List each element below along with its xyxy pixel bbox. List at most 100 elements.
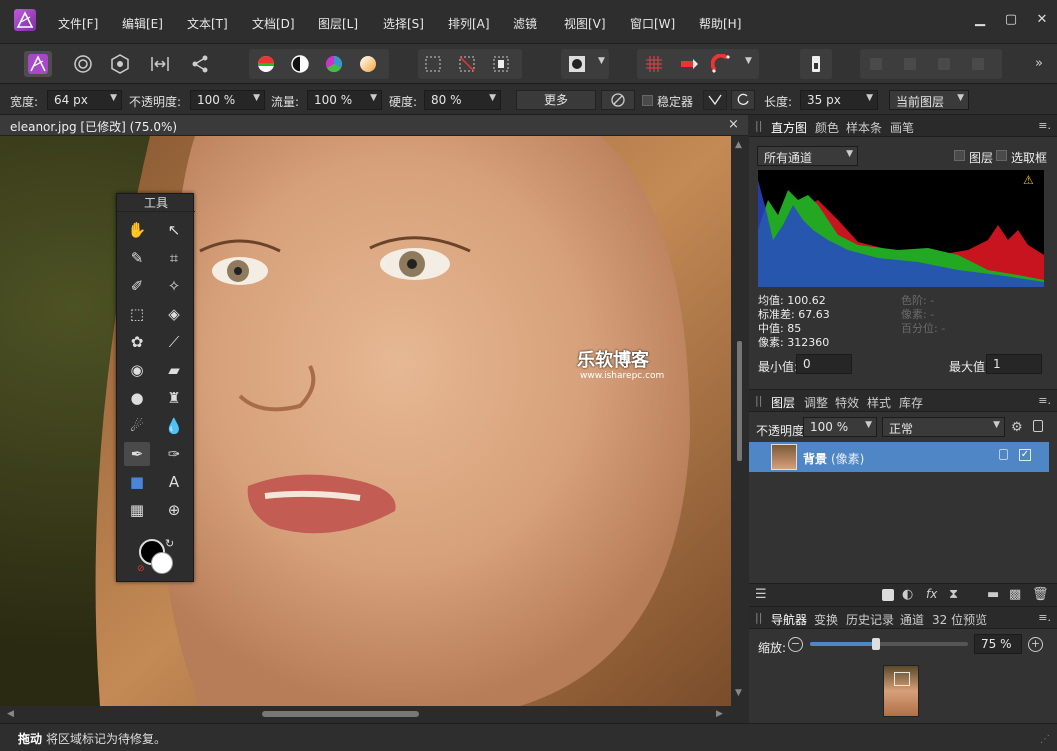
max-value-field[interactable]: 1 [986,354,1042,374]
layers-stack-icon[interactable]: ☰ [755,587,767,602]
zoom-slider[interactable] [810,638,968,650]
opacity-field[interactable]: 100 % ▼ [190,90,265,110]
flow-field[interactable]: 100 % ▼ [307,90,382,110]
panel-menu-icon[interactable]: ≡. [1038,611,1051,624]
chevron-down-icon[interactable]: ▼ [745,56,752,66]
navigator-viewport-box[interactable] [894,672,910,686]
lock-icon[interactable] [1033,420,1043,432]
zoom-value-field[interactable]: 75 % [974,634,1022,654]
scroll-left-icon[interactable]: ◀ [7,709,14,719]
layer-row-background[interactable]: 背景 (像素) ✓ [749,442,1049,472]
tab-channels[interactable]: 通道 [900,611,924,628]
order-front-icon[interactable] [808,54,824,74]
liquify-persona-icon[interactable] [69,51,97,77]
menu-window[interactable]: 窗口[W] [630,15,675,32]
invert-selection-icon[interactable] [492,55,510,73]
marquee-tool-icon[interactable]: ⬚ [124,302,150,326]
channel-dropdown[interactable]: 所有通道 ▼ [757,146,858,166]
navigator-thumbnail[interactable] [883,665,919,717]
tab-layers[interactable]: 图层 [771,394,795,411]
tone-mapping-persona-icon[interactable] [146,51,174,77]
color-replacement-icon[interactable]: ◉ [124,358,150,382]
tab-navigator[interactable]: 导航器 [771,611,807,628]
fx-icon[interactable]: fx [926,587,937,601]
folder-icon[interactable]: ▬ [987,587,999,602]
export-persona-icon[interactable] [186,51,214,77]
menu-select[interactable]: 选择[S] [383,15,424,32]
tab-history[interactable]: 历史记录 [846,611,894,628]
layer-visible-checkbox[interactable]: ✓ [1019,449,1031,461]
tab-swatches[interactable]: 样本条 [846,119,882,136]
pixel-layer-icon[interactable]: ▩ [1009,587,1021,602]
tab-brushes[interactable]: 画笔 [890,119,914,136]
flood-fill-icon[interactable]: ◈ [161,302,187,326]
deselect-icon[interactable] [458,55,476,73]
vertical-scroll-thumb[interactable] [737,341,742,461]
tab-color[interactable]: 颜色 [815,119,839,136]
scroll-down-icon[interactable]: ▼ [735,688,742,698]
menu-arrange[interactable]: 排列[A] [448,15,490,32]
panel-grip-icon[interactable]: || [755,394,762,407]
width-field[interactable]: 64 px ▼ [47,90,122,110]
tab-styles[interactable]: 样式 [867,394,891,411]
panel-menu-icon[interactable]: ≡. [1038,119,1051,132]
zoom-out-icon[interactable]: − [788,637,803,652]
menu-help[interactable]: 帮助[H] [699,15,741,32]
selection-brush-icon[interactable]: ✐ [124,274,150,298]
pen-tool-icon[interactable]: ✑ [161,442,187,466]
gear-icon[interactable]: ⚙ [1011,420,1023,435]
grid-icon[interactable] [645,55,663,73]
crop-tool-icon[interactable]: ⌗ [161,246,187,270]
tab-transform[interactable]: 变换 [814,611,838,628]
close-icon[interactable]: ✕ [1034,12,1050,28]
menu-layer[interactable]: 图层[L] [318,15,358,32]
tab-histogram[interactable]: 直方图 [771,119,807,136]
contrast-icon[interactable] [290,54,310,74]
length-field[interactable]: 35 px ▼ [800,90,878,110]
menu-document[interactable]: 文档[D] [252,15,295,32]
color-balance-icon[interactable] [324,54,344,74]
pressure-button[interactable] [601,90,635,110]
photo-persona-button[interactable] [24,51,52,77]
layer-scope-dropdown[interactable]: 当前图层 ▼ [889,90,969,110]
blend-mode-dropdown[interactable]: 正常 ▼ [882,417,1005,437]
affinity-photo-logo[interactable] [14,9,36,31]
window-mode-button[interactable] [731,90,755,110]
min-value-field[interactable]: 0 [796,354,852,374]
quick-mask-icon[interactable] [568,55,586,73]
menu-file[interactable]: 文件[F] [58,15,98,32]
menu-view[interactable]: 视图[V] [564,15,606,32]
scroll-right-icon[interactable]: ▶ [716,709,723,719]
paint-brush-icon[interactable]: ⟋ [161,330,187,354]
trash-icon[interactable]: 🗑 [1032,587,1049,602]
mesh-warp-icon[interactable]: ▦ [124,498,150,522]
paint-mixer-icon[interactable]: ✿ [124,330,150,354]
layer-opacity-field[interactable]: 100 % ▼ [803,417,877,437]
warning-icon[interactable]: ⚠ [1023,173,1034,187]
reset-colors-icon[interactable]: ⊘ [137,564,145,574]
adjustment-layer-icon[interactable]: ◐ [902,587,913,602]
panel-grip-icon[interactable]: || [755,611,762,624]
levels-icon[interactable] [256,54,276,74]
swap-colors-icon[interactable]: ↻ [165,537,174,550]
stabilizer-checkbox[interactable] [642,95,653,106]
document-tab[interactable]: eleanor.jpg [已修改] (75.0%) × [0,115,748,136]
more-button[interactable]: 更多 [516,90,596,110]
menu-text[interactable]: 文本[T] [187,15,228,32]
blur-tool-icon[interactable]: 💧 [161,414,187,438]
vertical-scrollbar[interactable]: ▲ ▼ [731,136,748,706]
toolbar-overflow-icon[interactable]: » [1035,56,1043,71]
minimize-icon[interactable]: ▁ [972,12,988,28]
panel-grip-icon[interactable]: || [755,119,762,132]
mask-layer-icon[interactable] [882,589,894,601]
chevron-down-icon[interactable]: ▼ [598,56,605,66]
rectangle-tool-icon[interactable]: ■ [124,470,150,494]
tab-adjustments[interactable]: 调整 [804,394,828,411]
healing-brush-icon[interactable]: ✒ [124,442,150,466]
menu-edit[interactable]: 编辑[E] [122,15,163,32]
smudge-tool-icon[interactable]: ☄ [124,414,150,438]
marquee-selection-icon[interactable] [424,55,442,73]
resize-grip-icon[interactable]: ⋰ [1040,734,1050,745]
tab-stock[interactable]: 库存 [899,394,923,411]
panel-menu-icon[interactable]: ≡. [1038,394,1051,407]
